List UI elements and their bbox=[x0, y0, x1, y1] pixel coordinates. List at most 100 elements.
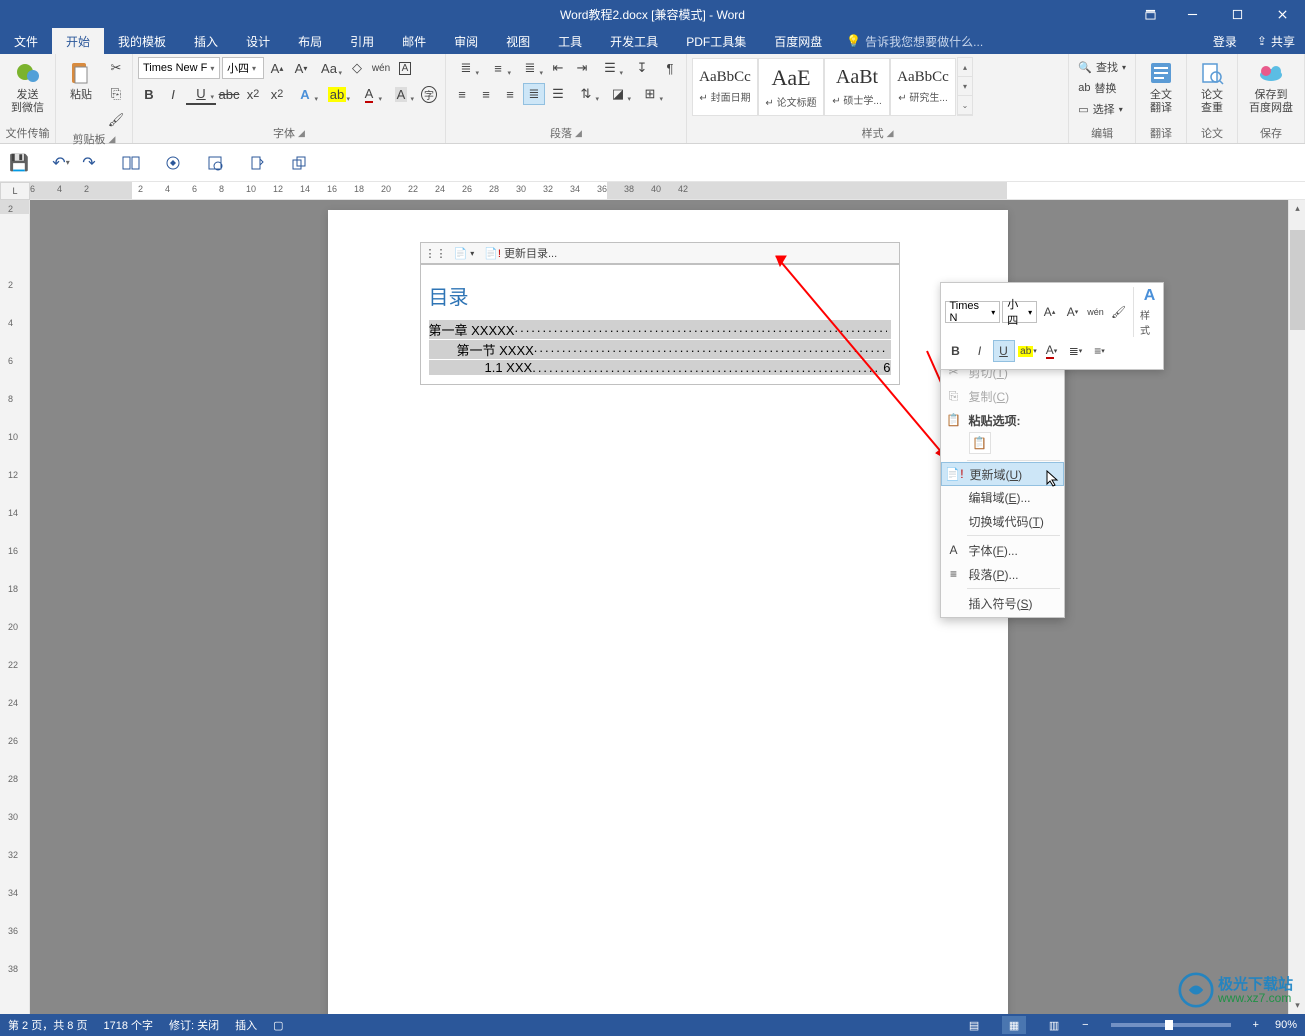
tab-selector[interactable]: L bbox=[0, 182, 30, 200]
mini-numbering[interactable]: ≡▾ bbox=[1089, 340, 1111, 362]
mini-highlight[interactable]: ab▾ bbox=[1017, 340, 1039, 362]
shrink-font-button[interactable]: A▾ bbox=[290, 57, 312, 79]
status-words[interactable]: 1718 个字 bbox=[103, 1017, 153, 1033]
mini-font-color[interactable]: A▾ bbox=[1041, 340, 1063, 362]
zoom-slider[interactable] bbox=[1111, 1023, 1231, 1027]
numbering-button[interactable]: ≡▾ bbox=[483, 57, 513, 79]
distributed-button[interactable]: ☰ bbox=[547, 83, 569, 105]
zoom-out-button[interactable]: − bbox=[1082, 1019, 1088, 1031]
subscript-button[interactable]: x2 bbox=[242, 83, 264, 105]
shading-button[interactable]: ◪▾ bbox=[603, 83, 633, 105]
grow-font-button[interactable]: A▴ bbox=[266, 57, 288, 79]
status-insert[interactable]: 插入 bbox=[235, 1017, 257, 1033]
font-name-combo[interactable]: Times New F▾ bbox=[138, 57, 220, 79]
mini-underline[interactable]: U bbox=[993, 340, 1015, 362]
increase-indent-button[interactable]: ⇥ bbox=[571, 57, 593, 79]
vertical-scrollbar[interactable]: ▴ ▾ bbox=[1288, 200, 1305, 1014]
ctx-copy[interactable]: ⎘复制(C) bbox=[941, 384, 1064, 408]
minimize-button[interactable] bbox=[1170, 0, 1215, 28]
underline-button[interactable]: U▾ bbox=[186, 83, 216, 105]
tab-mailings[interactable]: 邮件 bbox=[388, 28, 440, 54]
mini-grow-font[interactable]: A▴ bbox=[1039, 301, 1060, 323]
qat-btn-4[interactable] bbox=[120, 152, 142, 174]
ctx-insert-symbol[interactable]: 插入符号(S) bbox=[941, 591, 1064, 615]
translate-button[interactable]: 全文 翻译 bbox=[1141, 57, 1181, 117]
dupcheck-button[interactable]: 论文 查重 bbox=[1192, 57, 1232, 117]
change-case-button[interactable]: Aa▾ bbox=[314, 57, 344, 79]
clear-formatting-button[interactable]: ◇ bbox=[346, 57, 368, 79]
justify-button[interactable]: ≣ bbox=[523, 83, 545, 105]
qat-undo-button[interactable]: ↶▾ bbox=[50, 152, 72, 174]
font-color-button[interactable]: A▾ bbox=[354, 83, 384, 105]
toc-line-1[interactable]: 第一章 XXXXX...............................… bbox=[429, 320, 891, 339]
toc-update-button[interactable]: 📄! 更新目录... bbox=[481, 244, 560, 262]
maximize-button[interactable] bbox=[1215, 0, 1260, 28]
select-button[interactable]: ▭选择 ▾ bbox=[1074, 99, 1130, 119]
align-center-button[interactable]: ≡ bbox=[475, 83, 497, 105]
show-marks-button[interactable]: ¶ bbox=[659, 57, 681, 79]
tab-insert[interactable]: 插入 bbox=[180, 28, 232, 54]
style-gallery-expand[interactable]: ▴▾⌄ bbox=[957, 57, 973, 116]
text-effects-button[interactable]: A▾ bbox=[290, 83, 320, 105]
font-size-combo[interactable]: 小四▾ bbox=[222, 57, 264, 79]
qat-save-button[interactable]: 💾 bbox=[8, 152, 30, 174]
style-item-0[interactable]: AaBbCc↵ 封面日期 bbox=[692, 58, 758, 116]
borders-button[interactable]: ⊞▾ bbox=[635, 83, 665, 105]
scroll-thumb[interactable] bbox=[1290, 230, 1305, 330]
bold-button[interactable]: B bbox=[138, 83, 160, 105]
toc-frame[interactable]: 目录 第一章 XXXXX............................… bbox=[420, 264, 900, 385]
align-left-button[interactable]: ≡ bbox=[451, 83, 473, 105]
tab-references[interactable]: 引用 bbox=[336, 28, 388, 54]
style-item-2[interactable]: AaBt↵ 硕士学... bbox=[824, 58, 890, 116]
styles-launcher[interactable]: ◢ bbox=[887, 128, 894, 139]
toc-line-3[interactable]: 1.1 XXX.................................… bbox=[429, 360, 891, 375]
ctx-paragraph[interactable]: ≡段落(P)... bbox=[941, 562, 1064, 586]
horizontal-ruler[interactable]: 6422468101214161820222426283032343638404… bbox=[30, 182, 1305, 200]
mini-styles-button[interactable]: A 样式 bbox=[1133, 287, 1159, 337]
asian-layout-button[interactable]: ☰▾ bbox=[595, 57, 625, 79]
mini-format-painter[interactable]: 🖌 bbox=[1108, 301, 1129, 323]
align-right-button[interactable]: ≡ bbox=[499, 83, 521, 105]
vertical-ruler[interactable]: 22468101214161820222426283032343638 bbox=[0, 200, 30, 1014]
phonetic-guide-button[interactable]: wén bbox=[370, 57, 392, 79]
tab-developer[interactable]: 开发工具 bbox=[596, 28, 672, 54]
tab-baidu[interactable]: 百度网盘 bbox=[760, 28, 836, 54]
zoom-level[interactable]: 90% bbox=[1275, 1019, 1297, 1031]
status-macro[interactable]: ▢ bbox=[273, 1019, 283, 1032]
style-gallery[interactable]: AaBbCc↵ 封面日期 AaE↵ 论文标题 AaBt↵ 硕士学... AaBb… bbox=[692, 57, 973, 116]
paragraph-launcher[interactable]: ◢ bbox=[575, 128, 582, 139]
tab-view[interactable]: 视图 bbox=[492, 28, 544, 54]
ctx-font[interactable]: A字体(F)... bbox=[941, 538, 1064, 562]
mini-phonetic[interactable]: wén bbox=[1085, 301, 1106, 323]
character-shading-button[interactable]: A▾ bbox=[386, 83, 416, 105]
qat-btn-7[interactable] bbox=[246, 152, 268, 174]
mini-bold[interactable]: B bbox=[945, 340, 967, 362]
strikethrough-button[interactable]: abc bbox=[218, 83, 240, 105]
toc-handle[interactable]: ⋮⋮ 📄▾ 📄! 更新目录... bbox=[420, 242, 900, 264]
qat-btn-6[interactable] bbox=[204, 152, 226, 174]
sort-button[interactable]: ↧ bbox=[627, 57, 657, 79]
copy-button[interactable]: ⎘ bbox=[105, 83, 127, 105]
status-track[interactable]: 修订: 关闭 bbox=[169, 1017, 219, 1033]
document-scroll[interactable]: ⋮⋮ 📄▾ 📄! 更新目录... 目录 第一章 XXXXX...........… bbox=[30, 200, 1305, 1014]
ctx-edit-field[interactable]: 编辑域(E)... bbox=[941, 485, 1064, 509]
save-to-baidu-button[interactable]: 保存到 百度网盘 bbox=[1243, 57, 1299, 117]
mini-font-combo[interactable]: Times N▾ bbox=[945, 301, 1001, 323]
view-print-button[interactable]: ▦ bbox=[1002, 1016, 1026, 1034]
paste-button[interactable]: 粘贴 bbox=[61, 57, 101, 104]
italic-button[interactable]: I bbox=[162, 83, 184, 105]
tab-pdf[interactable]: PDF工具集 bbox=[672, 28, 760, 54]
style-item-3[interactable]: AaBbCc↵ 研究生... bbox=[890, 58, 956, 116]
ctx-update-field[interactable]: 📄!更新域(U) bbox=[941, 462, 1064, 486]
share-button[interactable]: ⇪ 共享 bbox=[1247, 28, 1305, 54]
superscript-button[interactable]: x2 bbox=[266, 83, 288, 105]
login-button[interactable]: 登录 bbox=[1203, 28, 1247, 54]
highlight-button[interactable]: ab▾ bbox=[322, 83, 352, 105]
mini-size-combo[interactable]: 小四▾ bbox=[1002, 301, 1037, 323]
line-spacing-button[interactable]: ⇅▾ bbox=[571, 83, 601, 105]
mini-shrink-font[interactable]: A▾ bbox=[1062, 301, 1083, 323]
format-painter-button[interactable]: 🖌 bbox=[105, 109, 127, 131]
paste-keep-text-button[interactable]: 📋 bbox=[969, 432, 991, 454]
qat-btn-8[interactable] bbox=[288, 152, 310, 174]
tab-design[interactable]: 设计 bbox=[232, 28, 284, 54]
